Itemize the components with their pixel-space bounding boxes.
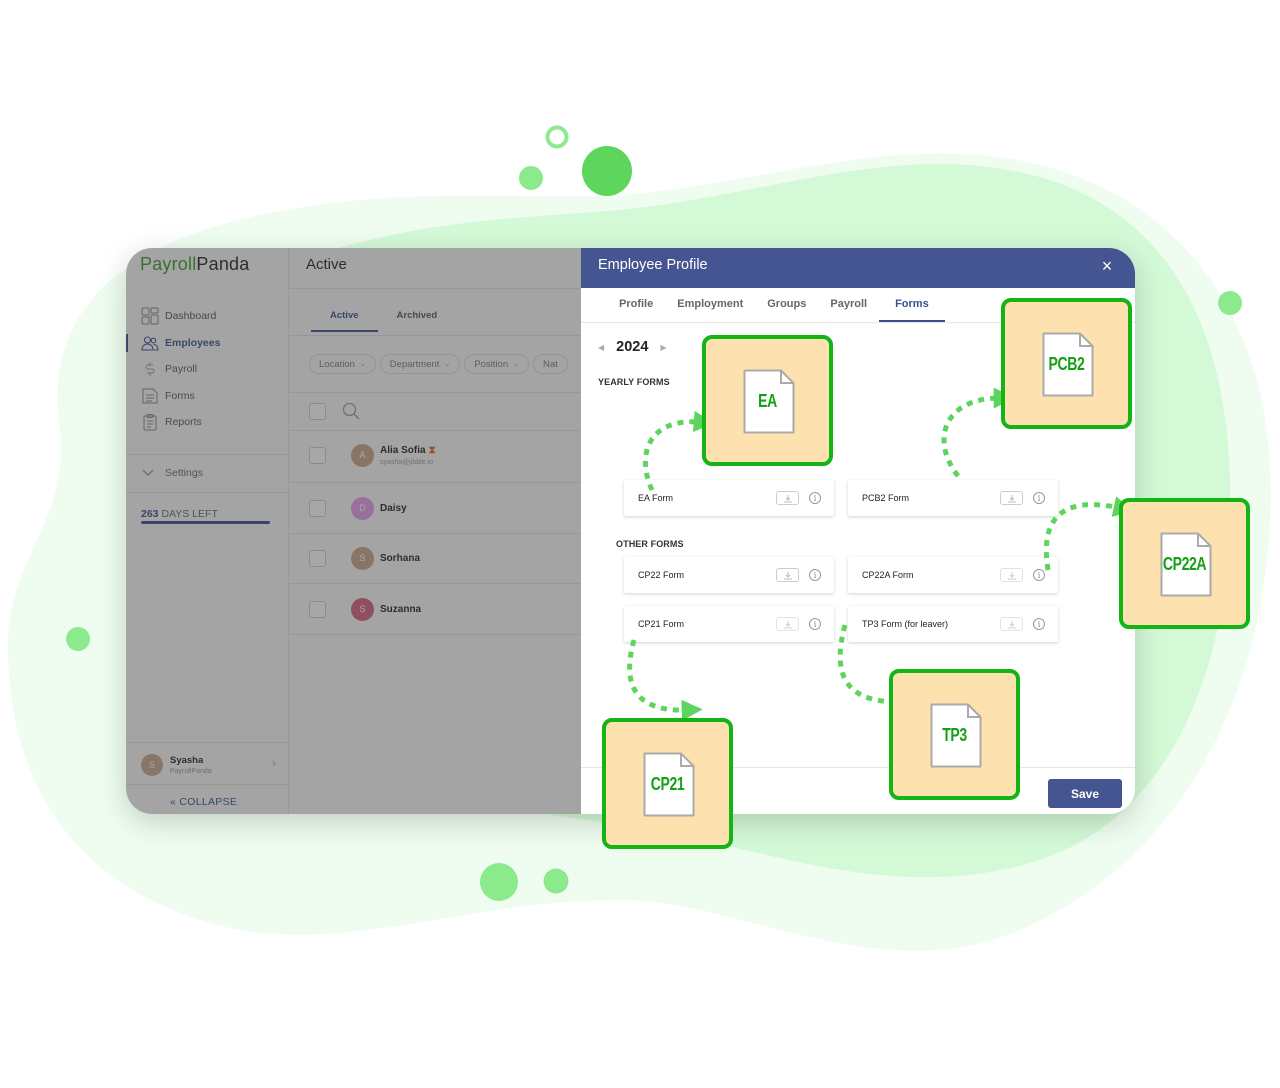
callout-cp22a: CP22A bbox=[1119, 498, 1250, 629]
form-card-tp3: TP3 Form (for leaver) i bbox=[848, 606, 1058, 642]
callout-cp21: CP21 bbox=[602, 718, 733, 849]
form-card-cp21: CP21 Form i bbox=[624, 606, 834, 642]
decor-dot-large bbox=[582, 146, 632, 196]
info-icon[interactable]: i bbox=[809, 618, 821, 630]
form-name: CP21 Form bbox=[638, 619, 685, 629]
decor-dot-bottom-small bbox=[543, 868, 569, 894]
callout-tp3: TP3 bbox=[889, 669, 1020, 800]
panel-header: Employee Profile × bbox=[581, 248, 1135, 288]
download-icon[interactable] bbox=[776, 491, 799, 505]
form-card-cp22: CP22 Form i bbox=[624, 557, 834, 593]
form-name: EA Form bbox=[638, 493, 674, 503]
decor-dot-right bbox=[1218, 291, 1242, 315]
download-icon[interactable] bbox=[1000, 568, 1023, 582]
yearly-forms-heading: YEARLY FORMS bbox=[598, 377, 670, 387]
info-icon[interactable]: i bbox=[1033, 618, 1045, 630]
panel-title: Employee Profile bbox=[598, 257, 708, 273]
tab-groups[interactable]: Groups bbox=[755, 288, 818, 322]
form-name: PCB2 Form bbox=[862, 493, 910, 503]
info-icon[interactable]: i bbox=[809, 569, 821, 581]
callout-label: CP21 bbox=[650, 774, 685, 794]
form-card-pcb2: PCB2 Form i bbox=[848, 480, 1058, 516]
callout-label: CP22A bbox=[1162, 554, 1207, 574]
info-icon[interactable]: i bbox=[1033, 569, 1045, 581]
profile-tabs: Profile Employment Groups Payroll Forms bbox=[607, 288, 945, 322]
close-icon[interactable]: × bbox=[1097, 256, 1117, 276]
tab-payroll[interactable]: Payroll bbox=[818, 288, 879, 322]
next-year-icon[interactable]: ▶ bbox=[660, 343, 666, 352]
modal-backdrop[interactable] bbox=[126, 248, 581, 814]
callout-label: PCB2 bbox=[1048, 354, 1085, 374]
decor-dot-bottom-large bbox=[480, 863, 518, 901]
tab-forms[interactable]: Forms bbox=[879, 288, 945, 322]
download-icon[interactable] bbox=[776, 617, 799, 631]
form-card-ea: EA Form i bbox=[624, 480, 834, 516]
form-card-cp22a: CP22A Form i bbox=[848, 557, 1058, 593]
download-icon[interactable] bbox=[776, 568, 799, 582]
selected-year: 2024 bbox=[616, 339, 649, 355]
info-icon[interactable]: i bbox=[809, 492, 821, 504]
year-selector: ◀ 2024 ▶ bbox=[598, 339, 667, 355]
decor-dot-small bbox=[519, 166, 543, 190]
decor-dot-left bbox=[66, 627, 90, 651]
tab-profile[interactable]: Profile bbox=[607, 288, 665, 322]
form-name: CP22A Form bbox=[862, 570, 914, 580]
callout-ea: EA bbox=[702, 335, 833, 466]
previous-year-icon[interactable]: ◀ bbox=[598, 343, 604, 352]
decor-ring bbox=[545, 125, 569, 149]
form-name: CP22 Form bbox=[638, 570, 685, 580]
save-button[interactable]: Save bbox=[1048, 779, 1122, 808]
form-name: TP3 Form (for leaver) bbox=[862, 619, 949, 629]
callout-pcb2: PCB2 bbox=[1001, 298, 1132, 429]
callout-label: EA bbox=[758, 391, 777, 411]
tab-employment[interactable]: Employment bbox=[665, 288, 755, 322]
download-icon[interactable] bbox=[1000, 617, 1023, 631]
other-forms-heading: OTHER FORMS bbox=[616, 539, 684, 549]
info-icon[interactable]: i bbox=[1033, 492, 1045, 504]
callout-label: TP3 bbox=[942, 725, 967, 745]
download-icon[interactable] bbox=[1000, 491, 1023, 505]
